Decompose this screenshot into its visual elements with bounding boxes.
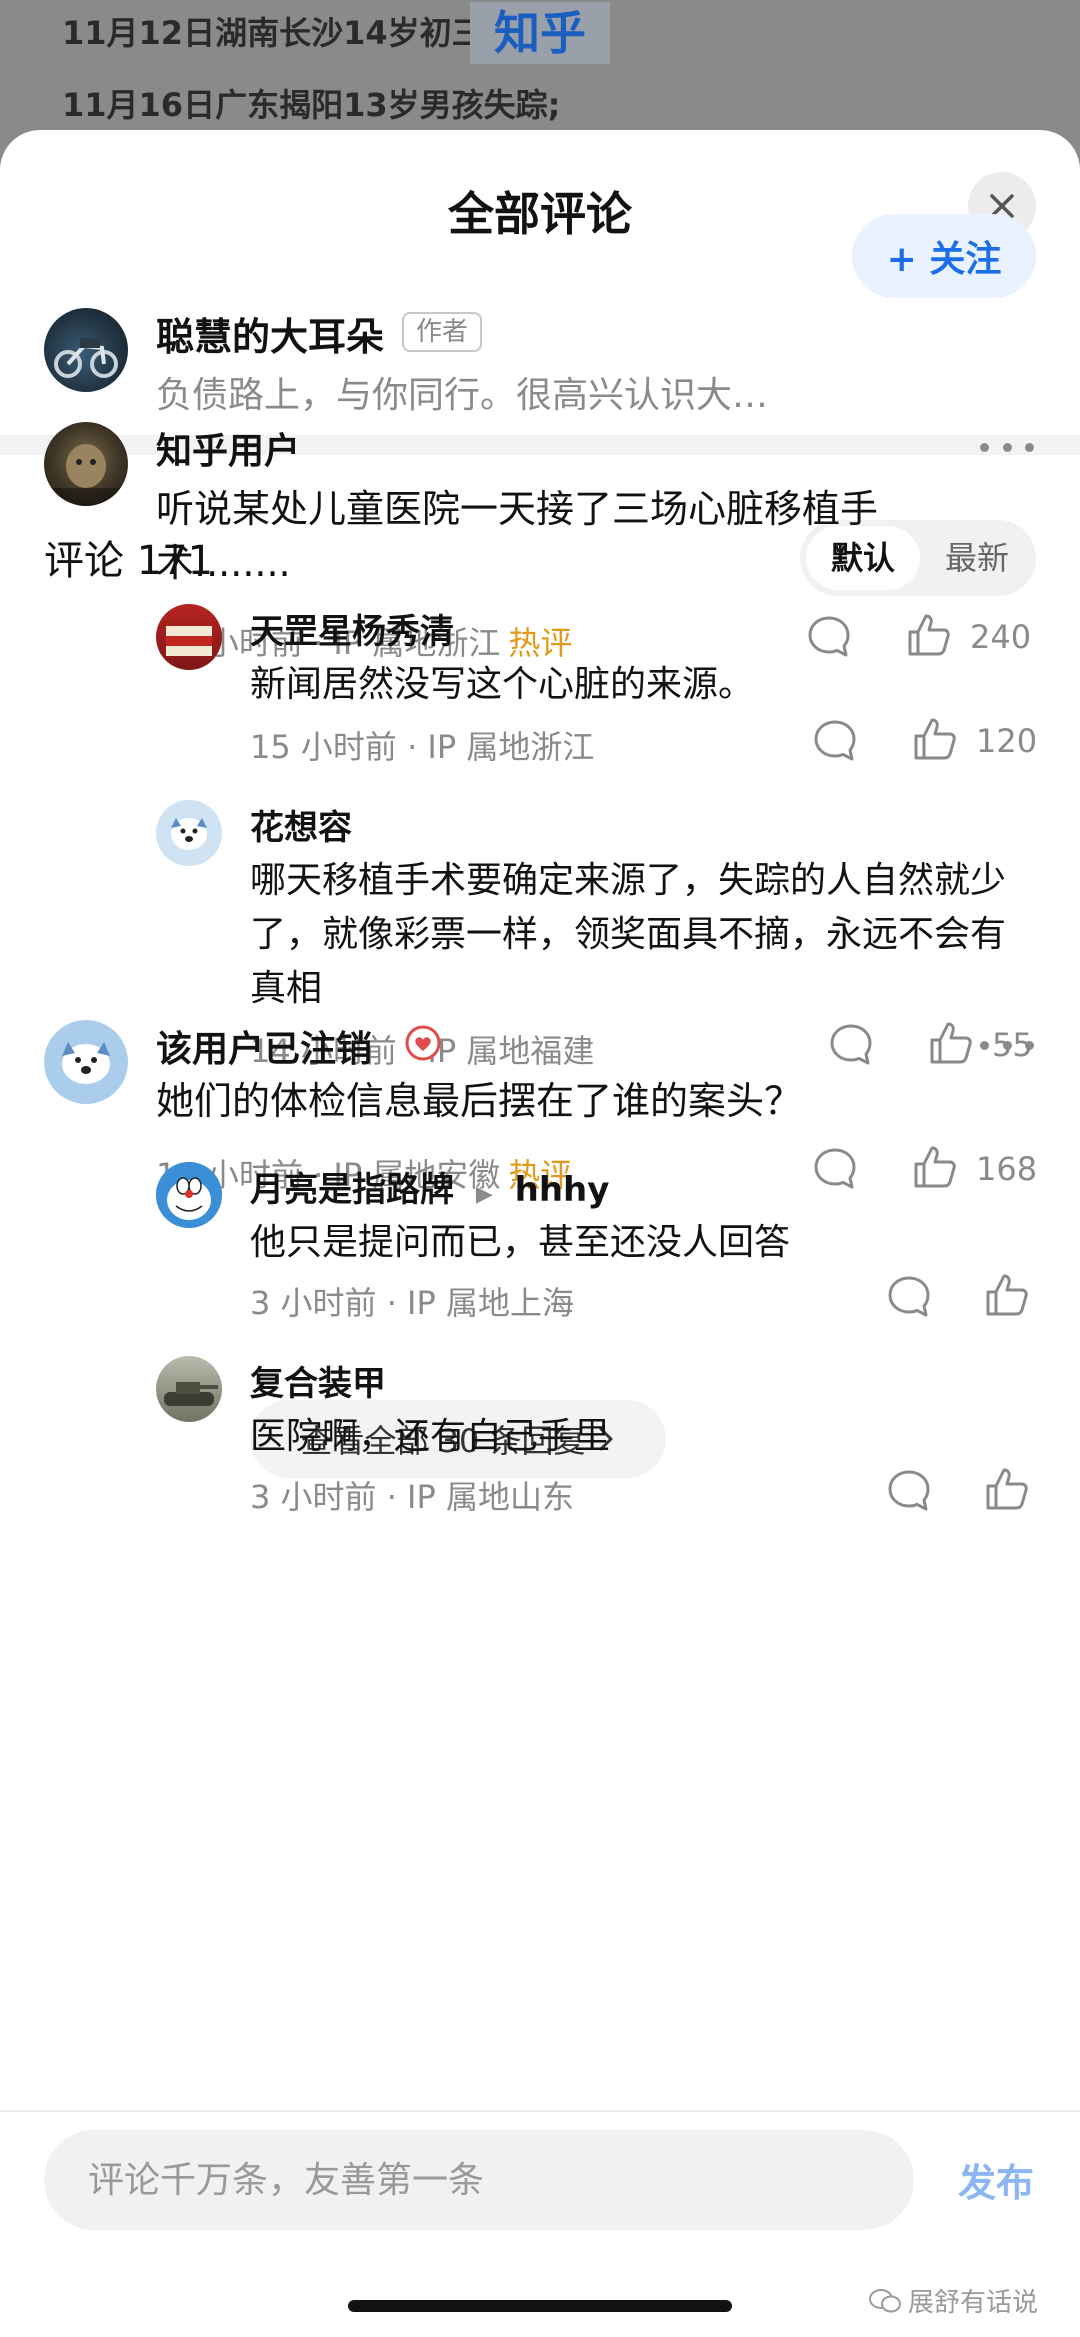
follow-button[interactable]: + 关注 bbox=[852, 214, 1036, 298]
reply-username[interactable]: 花想容 bbox=[250, 800, 352, 849]
reply-to-username[interactable]: hhhy bbox=[515, 1170, 610, 1210]
avatar[interactable] bbox=[156, 604, 222, 670]
like-count: 240 bbox=[970, 618, 1032, 656]
thumbs-up-icon[interactable] bbox=[912, 1144, 958, 1190]
cat-avatar-icon bbox=[44, 444, 128, 506]
reply-meta: 3 小时前 · IP 属地上海 bbox=[250, 1284, 574, 1322]
comment-text: 她们的体检信息最后摆在了谁的案头？ bbox=[156, 1079, 803, 1123]
avatar[interactable] bbox=[156, 1162, 222, 1228]
watermark-text: 展舒有话说 bbox=[908, 2288, 1039, 2318]
reply-text: 新闻居然没写这个心脏的来源。 bbox=[250, 664, 755, 705]
reply-meta: 3 小时前 · IP 属地山东 bbox=[250, 1478, 574, 1516]
background-text-line-1: 11月12日湖南长沙14岁初三 bbox=[62, 14, 484, 52]
like-count: 168 bbox=[976, 1150, 1038, 1188]
more-options-icon[interactable] bbox=[980, 1035, 1034, 1055]
thumbs-up-icon[interactable] bbox=[912, 716, 958, 762]
thumbs-up-icon[interactable] bbox=[928, 1020, 974, 1066]
background-text-line-2: 11月16日广东揭阳13岁男孩失踪; bbox=[62, 86, 561, 124]
author-name[interactable]: 聪慧的大耳朵 bbox=[156, 306, 384, 361]
wechat-icon bbox=[869, 2288, 901, 2312]
thumbs-up-icon[interactable] bbox=[984, 1272, 1030, 1318]
reply-text: 医院啊，还有自己手里 bbox=[250, 1416, 611, 1457]
comment-input[interactable] bbox=[44, 2130, 914, 2230]
tank-avatar-icon bbox=[164, 1382, 218, 1406]
reply-username[interactable]: 天罡星杨秀清 bbox=[250, 604, 454, 653]
reply-meta: 15 小时前 · IP 属地浙江 bbox=[250, 728, 595, 766]
reply-bubble-icon[interactable] bbox=[886, 1468, 932, 1514]
reply-bubble-icon[interactable] bbox=[886, 1274, 932, 1320]
moutai-bottle-avatar-icon bbox=[166, 626, 212, 656]
reply-username[interactable]: 月亮是指路牌 bbox=[250, 1170, 454, 1210]
reply-bubble-icon[interactable] bbox=[812, 718, 858, 764]
avatar[interactable] bbox=[44, 422, 128, 506]
reply-text: 哪天移植手术要确定来源了，失踪的人自然就少了，就像彩票一样，领奖面具不摘，永远不… bbox=[250, 860, 1007, 1009]
reply-username[interactable]: 复合装甲 bbox=[250, 1356, 386, 1405]
more-options-icon[interactable] bbox=[980, 437, 1034, 457]
zhihu-logo: 知乎 bbox=[470, 2, 610, 64]
author-bio: 负债路上，与你同行。很高兴认识大… bbox=[156, 375, 769, 416]
reply-header: 月亮是指路牌 ▶ hhhy bbox=[250, 1162, 609, 1211]
reply-bubble-icon[interactable] bbox=[828, 1022, 874, 1068]
like-count: 120 bbox=[976, 722, 1038, 760]
reply-text: 他只是提问而已，甚至还没人回答 bbox=[250, 1222, 791, 1263]
reply-bubble-icon[interactable] bbox=[806, 614, 852, 660]
comment-username[interactable]: 知乎用户 bbox=[156, 422, 300, 474]
doraemon-avatar-icon bbox=[156, 1162, 222, 1228]
avatar[interactable] bbox=[156, 800, 222, 866]
thumbs-up-icon[interactable] bbox=[906, 612, 952, 658]
author-tag-badge: 作者 bbox=[402, 312, 483, 352]
heart-badge-icon bbox=[405, 1025, 441, 1061]
avatar[interactable] bbox=[156, 1356, 222, 1422]
watermark: 展舒有话说 bbox=[868, 2282, 1038, 2319]
reply-to-arrow-icon: ▶ bbox=[475, 1182, 493, 1207]
comment-username[interactable]: 该用户已注销 bbox=[156, 1020, 372, 1072]
motorcycle-icon bbox=[54, 338, 118, 378]
comments-sheet: 全部评论 聪慧的大耳朵 作者 负债路上，与你同行。很高兴认识大… + 关注 评论… bbox=[0, 130, 1080, 2337]
author-avatar[interactable] bbox=[44, 308, 128, 392]
reply-bubble-icon[interactable] bbox=[812, 1146, 858, 1192]
publish-button[interactable]: 发布 bbox=[958, 2152, 1034, 2207]
avatar[interactable] bbox=[44, 1020, 128, 1104]
dog-cartoon-avatar-icon bbox=[156, 800, 222, 866]
comment-text: 听说某处儿童医院一天接了三场心脏移植手术........ bbox=[156, 487, 879, 585]
hot-comment-badge: 热评 bbox=[508, 624, 573, 662]
dog-cartoon-avatar-icon bbox=[44, 1020, 128, 1104]
home-indicator[interactable] bbox=[348, 2300, 732, 2312]
thumbs-up-icon[interactable] bbox=[984, 1466, 1030, 1512]
